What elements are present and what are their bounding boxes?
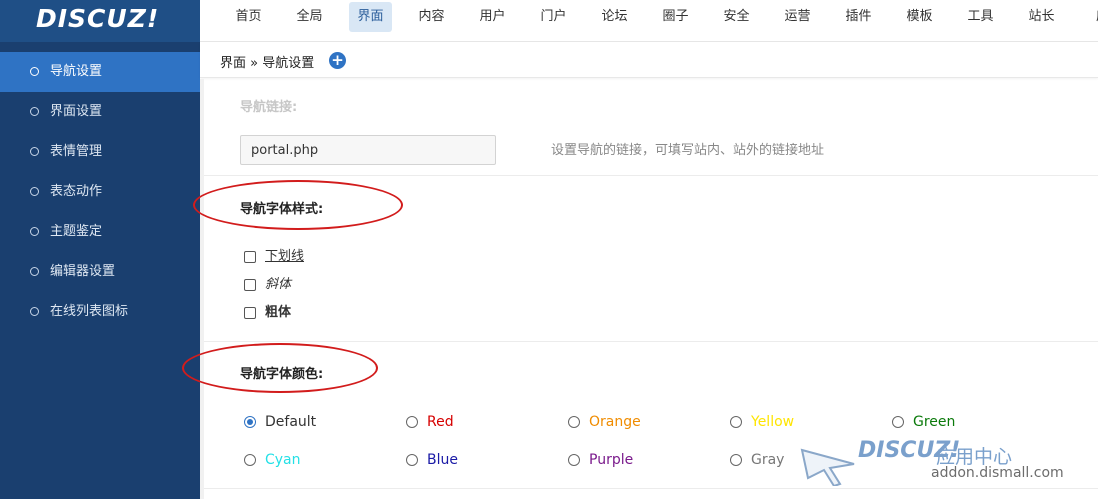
- topnav-label: 门户: [540, 9, 567, 24]
- radio-label: Red: [427, 414, 454, 430]
- topnav-label: 内容: [418, 9, 445, 24]
- topnav-item-plugins[interactable]: 插件: [828, 0, 889, 42]
- radio-label: Orange: [589, 414, 641, 430]
- checkbox-label: 下划线: [265, 249, 305, 264]
- topnav-item-webmaster[interactable]: 站长: [1011, 0, 1072, 42]
- sidebar: 导航设置 界面设置 表情管理 表态动作 主题鉴定 编辑器设置 在线列表图标: [0, 42, 200, 499]
- top-bar: DISCUZ! 首页 全局 界面 内容 用户 门户 论坛 圈子 安全 运营 插件…: [0, 0, 1098, 42]
- topnav-item-forum[interactable]: 论坛: [584, 0, 645, 42]
- sidebar-item-online-list-icons[interactable]: 在线列表图标: [0, 292, 200, 332]
- logo[interactable]: DISCUZ!: [0, 0, 200, 42]
- radio-label: Green: [913, 414, 956, 430]
- radio-button[interactable]: [730, 454, 742, 466]
- topnav-label: 首页: [235, 9, 262, 24]
- checkbox[interactable]: [244, 279, 256, 291]
- topnav-item-groups[interactable]: 圈子: [645, 0, 706, 42]
- cursor-arrow-icon: [800, 448, 855, 486]
- add-icon[interactable]: +: [329, 52, 346, 69]
- topnav-item-global[interactable]: 全局: [279, 0, 340, 42]
- topnav-item-tools[interactable]: 工具: [950, 0, 1011, 42]
- radio-button[interactable]: [244, 454, 256, 466]
- bullet-icon: [30, 67, 39, 76]
- topnav-label: 模板: [906, 9, 933, 24]
- bullet-icon: [30, 307, 39, 316]
- sidebar-item-nav-settings[interactable]: 导航设置: [0, 52, 200, 92]
- checkbox[interactable]: [244, 307, 256, 319]
- topnav-label: 插件: [845, 9, 872, 24]
- checkbox[interactable]: [244, 251, 256, 263]
- sidebar-item-label: 在线列表图标: [50, 304, 129, 319]
- watermark-url: addon.dismall.com: [931, 465, 1064, 481]
- watermark: DISCUZ! 应用中心 addon.dismall.com: [800, 438, 1098, 499]
- bullet-icon: [30, 107, 39, 116]
- radio-button[interactable]: [730, 416, 742, 428]
- radio-button[interactable]: [892, 416, 904, 428]
- topnav-label: 圈子: [662, 9, 689, 24]
- topnav-item-content[interactable]: 内容: [401, 0, 462, 42]
- topnav-label: 应: [1088, 2, 1098, 32]
- topnav-item-apps[interactable]: 应: [1072, 0, 1098, 42]
- topnav-item-portal[interactable]: 门户: [523, 0, 584, 42]
- radio-label: Cyan: [265, 452, 301, 468]
- topnav-item-templates[interactable]: 模板: [889, 0, 950, 42]
- highlight-ellipse: [182, 343, 378, 393]
- radio-label: Gray: [751, 452, 785, 468]
- link-input[interactable]: [240, 135, 496, 165]
- breadcrumb: 界面 » 导航设置: [220, 56, 315, 71]
- topnav-label: 运营: [784, 9, 811, 24]
- sidebar-item-editor-settings[interactable]: 编辑器设置: [0, 252, 200, 292]
- bullet-icon: [30, 147, 39, 156]
- breadcrumb-bar: 界面 » 导航设置 +: [200, 42, 1098, 78]
- topnav-item-interface[interactable]: 界面: [340, 0, 401, 42]
- topnav-label: 安全: [723, 9, 750, 24]
- sidebar-item-click-actions[interactable]: 表态动作: [0, 172, 200, 212]
- sidebar-item-label: 界面设置: [50, 104, 103, 119]
- link-hint: 设置导航的链接，可填写站内、站外的链接地址: [551, 143, 825, 158]
- radio-button[interactable]: [406, 454, 418, 466]
- topnav-label: 全局: [296, 9, 323, 24]
- radio-button[interactable]: [568, 454, 580, 466]
- highlight-ellipse: [193, 180, 403, 230]
- radio-label: Yellow: [751, 414, 795, 430]
- bullet-icon: [30, 187, 39, 196]
- sidebar-item-smilies[interactable]: 表情管理: [0, 132, 200, 172]
- topnav-item-home[interactable]: 首页: [218, 0, 279, 42]
- radio-label: Default: [265, 414, 317, 430]
- topnav-label: 界面: [349, 2, 392, 32]
- link-label: 导航链接:: [240, 100, 298, 115]
- topnav-item-security[interactable]: 安全: [706, 0, 767, 42]
- sidebar-item-interface-settings[interactable]: 界面设置: [0, 92, 200, 132]
- sidebar-item-label: 表态动作: [50, 184, 103, 199]
- radio-label: Blue: [427, 452, 458, 468]
- radio-button[interactable]: [568, 416, 580, 428]
- bullet-icon: [30, 267, 39, 276]
- radio-button[interactable]: [244, 416, 256, 428]
- topnav-item-operations[interactable]: 运营: [767, 0, 828, 42]
- divider: [204, 341, 1098, 342]
- topnav-label: 工具: [967, 9, 994, 24]
- topnav-label: 站长: [1028, 9, 1055, 24]
- sidebar-item-label: 编辑器设置: [50, 264, 116, 279]
- topnav-label: 论坛: [601, 9, 628, 24]
- radio-label: Purple: [589, 452, 634, 468]
- content-edge: [200, 79, 204, 499]
- bullet-icon: [30, 227, 39, 236]
- sidebar-item-label: 表情管理: [50, 144, 103, 159]
- topnav-item-users[interactable]: 用户: [462, 0, 523, 42]
- sidebar-item-label: 导航设置: [50, 64, 103, 79]
- topnav-label: 用户: [479, 9, 506, 24]
- sidebar-item-thread-stamps[interactable]: 主题鉴定: [0, 212, 200, 252]
- sidebar-item-label: 主题鉴定: [50, 224, 103, 239]
- divider: [204, 175, 1098, 176]
- main-content: 界面 » 导航设置 + 导航链接: 设置导航的链接，可填写站内、站外的链接地址 …: [182, 42, 1098, 499]
- logo-text: DISCUZ!: [36, 4, 160, 33]
- checkbox-label: 斜体: [265, 277, 292, 292]
- checkbox-label: 粗体: [265, 305, 292, 320]
- radio-button[interactable]: [406, 416, 418, 428]
- top-nav: 首页 全局 界面 内容 用户 门户 论坛 圈子 安全 运营 插件 模板 工具 站…: [218, 0, 1098, 42]
